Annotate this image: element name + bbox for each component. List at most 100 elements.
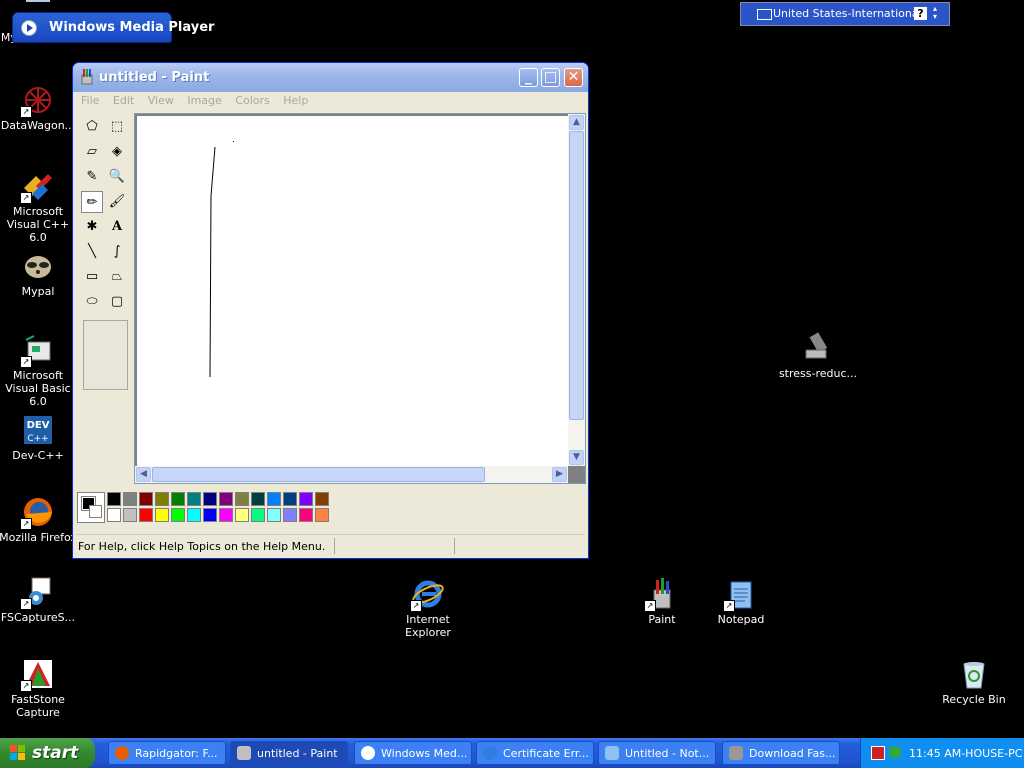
palette-swatch[interactable]	[283, 508, 297, 522]
pencil-icon[interactable]: ✏	[81, 191, 103, 213]
palette-swatch[interactable]	[171, 508, 185, 522]
menu-colors[interactable]: Colors	[230, 93, 274, 109]
task-media-player[interactable]: Windows Med...	[354, 741, 472, 765]
task-download[interactable]: Download Fas...	[722, 741, 840, 765]
taskbar: start Rapidgator: F... untitled - Paint …	[0, 738, 1024, 768]
ellipse-icon[interactable]: ⬭	[81, 291, 103, 313]
current-colors[interactable]	[77, 492, 105, 523]
desktop-icon-stress-reduc[interactable]: stress-reduc...	[778, 332, 858, 380]
palette-swatch[interactable]	[235, 508, 249, 522]
close-button[interactable]: ✕	[564, 68, 583, 87]
palette-swatch[interactable]	[267, 492, 281, 506]
palette-swatch[interactable]	[107, 508, 121, 522]
palette-swatch[interactable]	[203, 508, 217, 522]
palette-swatch[interactable]	[107, 492, 121, 506]
paint-window[interactable]: untitled - Paint _ □ ✕ File Edit View Im…	[72, 62, 589, 559]
palette-swatch[interactable]	[187, 508, 201, 522]
free-form-select-icon[interactable]: ⬠	[81, 116, 103, 138]
desktop-icon-notepad[interactable]: ↗ Notepad	[701, 578, 781, 626]
scroll-down-button[interactable]: ▼	[569, 450, 584, 465]
help-icon[interactable]: ?	[914, 7, 927, 20]
scroll-right-button[interactable]: ▶	[552, 467, 567, 482]
horizontal-scroll-thumb[interactable]	[152, 467, 485, 482]
palette-swatch[interactable]	[251, 492, 265, 506]
drawing-strokes	[209, 141, 234, 378]
desktop-icon-recycle-bin[interactable]: Recycle Bin	[934, 658, 1014, 706]
curve-icon[interactable]: ∫	[106, 241, 128, 263]
desktop-icon-faststone[interactable]: ↗ FastStone Capture	[0, 658, 78, 719]
palette-swatch[interactable]	[123, 508, 137, 522]
tray-network-icon[interactable]	[889, 746, 901, 758]
text-icon[interactable]: A	[106, 216, 128, 238]
palette-swatch[interactable]	[299, 508, 313, 522]
palette-swatch[interactable]	[299, 492, 313, 506]
palette-swatch[interactable]	[219, 508, 233, 522]
scroll-left-button[interactable]: ◀	[136, 467, 151, 482]
palette-swatch[interactable]	[187, 492, 201, 506]
menu-view[interactable]: View	[143, 93, 179, 109]
desktop-icon-label: Notepad	[717, 613, 765, 626]
desktop-icon-label: Recycle Bin	[942, 693, 1006, 706]
raccoon-icon	[22, 250, 54, 282]
minimize-button[interactable]: _	[519, 68, 538, 87]
tray-app-icon[interactable]	[871, 746, 885, 760]
language-bar[interactable]: United States-International ? ▴ ▾	[740, 2, 950, 26]
desktop-icon-internet-explorer[interactable]: ↗ Internet Explorer	[388, 578, 468, 639]
drawing-canvas[interactable]	[137, 116, 569, 466]
menu-help[interactable]: Help	[278, 93, 313, 109]
desktop-icon-mypal[interactable]: Mypal	[0, 250, 78, 298]
desktop-icon-fscapture[interactable]: ↗ FSCaptureS...	[0, 576, 78, 624]
rect-select-icon[interactable]: ⬚	[106, 116, 128, 138]
task-certificate-error[interactable]: Certificate Err...	[476, 741, 594, 765]
rectangle-icon[interactable]: ▭	[81, 266, 103, 288]
clock[interactable]: 11:45 AM-HOUSE-PC	[909, 747, 1022, 760]
palette-swatch[interactable]	[315, 508, 329, 522]
desktop-icon-visual-cpp[interactable]: ↗ Microsoft Visual C++ 6.0	[0, 170, 78, 244]
task-rapidgator[interactable]: Rapidgator: F...	[108, 741, 226, 765]
rounded-rectangle-icon[interactable]: ▢	[106, 291, 128, 313]
palette-swatch[interactable]	[235, 492, 249, 506]
magnifier-icon[interactable]: 🔍	[106, 166, 128, 188]
datawagon-icon: ↗	[20, 84, 54, 118]
vertical-scroll-thumb[interactable]	[569, 131, 584, 420]
polygon-icon[interactable]: ⏢	[106, 266, 128, 288]
desktop-icon-paint[interactable]: ↗ Paint	[622, 578, 702, 626]
palette-swatch[interactable]	[139, 508, 153, 522]
vertical-scrollbar[interactable]: ▲ ▼	[568, 114, 585, 466]
palette-swatch[interactable]	[203, 492, 217, 506]
task-paint[interactable]: untitled - Paint	[230, 741, 348, 765]
title-bar[interactable]: untitled - Paint _ □ ✕	[73, 63, 588, 92]
palette-swatch[interactable]	[155, 492, 169, 506]
desktop-icon-firefox[interactable]: ↗ Mozilla Firefox	[0, 496, 78, 544]
menu-edit[interactable]: Edit	[108, 93, 139, 109]
menu-file[interactable]: File	[76, 93, 104, 109]
task-notepad[interactable]: Untitled - Not...	[598, 741, 716, 765]
tool-options-box[interactable]	[83, 320, 128, 390]
palette-swatch[interactable]	[283, 492, 297, 506]
fill-bucket-icon[interactable]: ◈	[106, 141, 128, 163]
palette-swatch[interactable]	[219, 492, 233, 506]
palette-swatch[interactable]	[171, 492, 185, 506]
palette-swatch[interactable]	[315, 492, 329, 506]
color-picker-icon[interactable]: ✎	[81, 166, 103, 188]
palette-swatch[interactable]	[123, 492, 137, 506]
desktop-icon-datawagon[interactable]: ↗ DataWagon...	[0, 84, 78, 132]
start-button[interactable]: start	[0, 738, 95, 768]
palette-swatch[interactable]	[251, 508, 265, 522]
brush-icon[interactable]: 🖌	[106, 191, 128, 213]
palette-swatch[interactable]	[267, 508, 281, 522]
desktop-icon-dev-cpp[interactable]: DEV C++ Dev-C++	[0, 414, 78, 462]
windows-media-player-window[interactable]: Windows Media Player	[12, 12, 214, 43]
palette-swatch[interactable]	[155, 508, 169, 522]
scroll-up-button[interactable]: ▲	[569, 115, 584, 130]
desktop-icon-visual-basic[interactable]: ↗ Microsoft Visual Basic 6.0	[0, 334, 78, 408]
menu-image[interactable]: Image	[182, 93, 226, 109]
palette-swatch[interactable]	[139, 492, 153, 506]
maximize-button[interactable]: □	[541, 68, 560, 87]
horizontal-scrollbar[interactable]: ◀ ▶	[135, 466, 568, 483]
line-icon[interactable]: ╲	[81, 241, 103, 263]
airbrush-icon[interactable]: ✱	[81, 216, 103, 238]
options-chevron-icon[interactable]: ▴ ▾	[933, 5, 937, 21]
eraser-icon[interactable]: ▱	[81, 141, 103, 163]
language-label[interactable]: United States-International	[773, 7, 922, 20]
